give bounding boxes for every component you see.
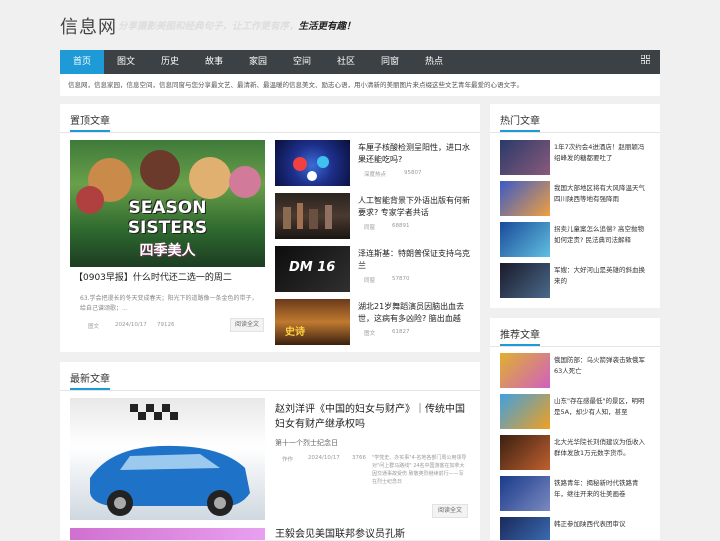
latest-read-more-button[interactable]: 阅读全文 xyxy=(432,504,468,518)
hot-item-2-title[interactable]: 我国大部地区将有大风降温天气 四川陕西等地有强降雨 xyxy=(554,183,650,205)
game-logo-icon: 史诗 xyxy=(285,327,305,338)
divider xyxy=(490,346,660,347)
site-header: 信息网 分享摄影美图和经典句子，让工作更有序，生活更有趣！ xyxy=(0,0,720,50)
hot-item-4-image[interactable] xyxy=(500,263,550,298)
featured-section: 置顶文章 SEASON SISTERS 四季美人 【0903早报】什么时代还二选… xyxy=(60,104,480,352)
featured-item-2-image[interactable] xyxy=(275,193,350,239)
slogan-faded: 分享摄影美图和经典句子，让工作更有序， xyxy=(118,21,299,32)
divider xyxy=(60,132,480,133)
latest-article-subtitle: 第十一个烈士纪念日 xyxy=(275,439,338,447)
site-logo[interactable]: 信息网 xyxy=(60,13,117,39)
recommend-item-4-title[interactable]: 铁路青年：揭秘新时代铁路青年，继往开来的壮美画卷 xyxy=(554,478,650,500)
featured-main-image[interactable]: SEASON SISTERS 四季美人 xyxy=(70,140,265,267)
nav-item-home[interactable]: 首页 xyxy=(60,50,104,74)
latest-article-author[interactable]: 作作 xyxy=(282,455,293,463)
featured-main-date: 2024/10/17 xyxy=(115,322,147,328)
featured-title: 置顶文章 xyxy=(70,112,110,132)
featured-item-1-image[interactable] xyxy=(275,140,350,186)
featured-main-summary: 63.学会把漫长的冬天变成春天；阳光下的道路像一条金色的带子，给自己谱颂歌；..… xyxy=(80,295,258,312)
featured-item-3-category[interactable]: 同窗 xyxy=(364,276,375,284)
featured-item-3-image[interactable]: DM 16 xyxy=(275,246,350,292)
image-text-sisters: SISTERS xyxy=(127,218,208,238)
latest-article-headline[interactable]: 赵刘洋评《中国的妇女与财产》｜传统中国妇女有财产继承权吗 xyxy=(275,402,465,432)
hot-section: 热门文章 1年7次约会4进酒店！赵丽颖冯绍峰发的糖都要吐了 我国大部地区将有大风… xyxy=(490,104,660,308)
recommend-item-1-title[interactable]: 俄国防部：乌火箭弹袭击致俄军63人死亡 xyxy=(554,355,650,377)
recommend-item-3-image[interactable] xyxy=(500,435,550,470)
featured-item-3-views: 57870 xyxy=(392,276,410,282)
hot-item-1-title[interactable]: 1年7次约会4进酒店！赵丽颖冯绍峰发的糖都要吐了 xyxy=(554,142,650,164)
featured-item-1-category[interactable]: 深度热点 xyxy=(364,170,386,178)
site-slogan: 分享摄影美图和经典句子，让工作更有序，生活更有趣！ xyxy=(118,18,356,32)
featured-main-views: 79126 xyxy=(157,322,175,328)
featured-item-3-title[interactable]: 泽连斯基：特朗普保证支持乌克兰 xyxy=(358,248,473,272)
featured-item-4-category[interactable]: 图文 xyxy=(364,329,375,337)
hot-item-4-title[interactable]: 军嫂：大好河山是英雄的斜血换来的 xyxy=(554,265,650,287)
recommend-item-5-image[interactable] xyxy=(500,517,550,540)
recommend-section: 推荐文章 俄国防部：乌火箭弹袭击致俄军63人死亡 山东"存在感最低"的景区，明明… xyxy=(490,318,660,540)
latest-title: 最新文章 xyxy=(70,370,110,390)
latest-article-image[interactable] xyxy=(70,398,265,520)
slogan-strong: 生活更有趣！ xyxy=(298,21,356,32)
hot-item-2-image[interactable] xyxy=(500,181,550,216)
hot-item-3-image[interactable] xyxy=(500,222,550,257)
recommend-item-2-image[interactable] xyxy=(500,394,550,429)
latest-article-excerpt: "学党史、办实事"4·名地各部门周公用领导对"问上群马路线" 24名中国游客在加… xyxy=(372,455,467,485)
divider xyxy=(60,390,480,391)
featured-item-4-views: 61827 xyxy=(392,329,410,335)
recommend-item-2-title[interactable]: 山东"存在感最低"的景区，明明是5A，却少有人知，甚至 xyxy=(554,396,650,418)
divider xyxy=(490,132,660,133)
nav-item-history[interactable]: 历史 xyxy=(148,50,192,74)
nav-item-hot[interactable]: 热点 xyxy=(412,50,456,74)
featured-item-2-views: 68891 xyxy=(392,223,410,229)
recommend-item-5-title[interactable]: 韩正参加陕西代表团审议 xyxy=(554,519,650,530)
latest-article-date: 2024/10/17 xyxy=(308,455,340,461)
nav-item-tuwen[interactable]: 图文 xyxy=(104,50,148,74)
featured-read-more-button[interactable]: 阅读全文 xyxy=(230,318,264,332)
featured-item-4-title[interactable]: 湖北21岁舞蹈演员因脑出血去世，这病有多凶险? 脑出血越 xyxy=(358,301,473,325)
next-article-image[interactable] xyxy=(70,528,265,540)
featured-item-4-image[interactable]: 史诗 xyxy=(275,299,350,345)
featured-main-headline[interactable]: 【0903早报】什么时代还二选一的周二 xyxy=(74,272,264,284)
image-text-season: SEASON xyxy=(128,198,207,218)
nav-item-community[interactable]: 社区 xyxy=(324,50,368,74)
main-nav: 首页 图文 历史 故事 家园 空间 社区 同窗 热点 xyxy=(60,50,660,74)
featured-item-2-category[interactable]: 同窗 xyxy=(364,223,375,231)
site-intro: 信息网，信息家园，信息空间，信息同窗与您分享最文艺、最清新、最温暖的信息美文、励… xyxy=(60,74,660,96)
featured-main-category[interactable]: 图文 xyxy=(88,322,99,330)
nav-item-story[interactable]: 故事 xyxy=(192,50,236,74)
dm-logo-icon: DM 16 xyxy=(289,260,336,275)
featured-item-1-views: 95807 xyxy=(404,170,422,176)
recommend-title: 推荐文章 xyxy=(500,326,540,346)
hot-title: 热门文章 xyxy=(500,112,540,132)
latest-section: 最新文章 赵刘洋评《中国的妇女与财产》｜传统中国妇女有财产继承权吗 第十一个烈士… xyxy=(60,362,480,540)
hot-item-1-image[interactable] xyxy=(500,140,550,175)
recommend-item-1-image[interactable] xyxy=(500,353,550,388)
featured-item-1-title[interactable]: 车厘子核酸检测呈阳性，进口水果还能吃吗? xyxy=(358,142,473,166)
nav-item-classmates[interactable]: 同窗 xyxy=(368,50,412,74)
nav-item-space[interactable]: 空间 xyxy=(280,50,324,74)
next-article-headline[interactable]: 王毅会见美国联邦参议员孔斯 xyxy=(275,529,465,541)
recommend-item-3-title[interactable]: 北大光华院长刘俏建议为低收入群体发放1万元数字货币。 xyxy=(554,437,650,459)
recommend-item-4-image[interactable] xyxy=(500,476,550,511)
hot-item-3-title[interactable]: 拐卖儿童案怎么追偿? 高空抛物如何定责? 民法典司法解释 xyxy=(554,224,650,246)
grid-icon[interactable] xyxy=(640,50,651,74)
image-text-cn: 四季美人 xyxy=(139,243,196,259)
featured-item-2-title[interactable]: 人工智能背景下外语出版有何新要求? 专家学者共话 xyxy=(358,195,473,219)
latest-article-views: 3766 xyxy=(352,455,366,461)
nav-item-jiayuan[interactable]: 家园 xyxy=(236,50,280,74)
